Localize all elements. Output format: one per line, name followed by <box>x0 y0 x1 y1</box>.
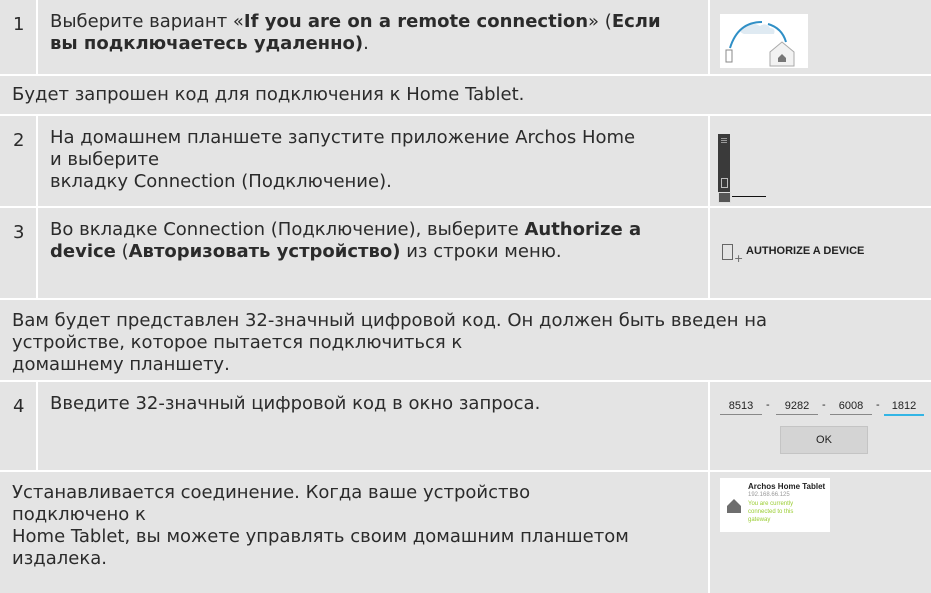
connected-image-cell: Archos Home Tablet 192.168.66.125 You ar… <box>710 472 931 593</box>
step-number: 3 <box>13 222 25 243</box>
code-entry-illustration: 8513 - 9282 - 6008 - 1812 OK <box>720 398 925 458</box>
note-connected-row: Устанавливается соединение. Когда ваше у… <box>0 472 931 593</box>
step-text-part: из строки меню. <box>400 241 562 262</box>
step-image-cell <box>710 0 931 74</box>
button-name-en: Authorize a <box>524 219 642 240</box>
note-code-shown: Вам будет представлен 32-значный цифрово… <box>0 300 931 380</box>
note-text-cell: Устанавливается соединение. Когда ваше у… <box>0 472 708 593</box>
pointer-line <box>732 196 766 197</box>
note-text-line: устройстве, которое пытается подключитьс… <box>12 332 463 353</box>
code-field-3: 6008 <box>830 398 872 415</box>
step-text-line: На домашнем планшете запустите приложени… <box>50 127 636 148</box>
authorize-label: AUTHORIZE A DEVICE <box>746 245 865 257</box>
step-1-row: 1 Выберите вариант «If you are on a remo… <box>0 0 931 74</box>
step-number-cell: 3 <box>0 208 36 298</box>
step-number: 2 <box>13 130 25 151</box>
button-name-en-cont: device <box>50 241 116 262</box>
note-text: Вам будет представлен 32-значный цифрово… <box>12 310 767 376</box>
step-image-cell: + AUTHORIZE A DEVICE <box>710 208 931 298</box>
option-name-ru: Если <box>611 11 661 32</box>
note-text: Устанавливается соединение. Когда ваше у… <box>12 482 629 570</box>
device-name: Archos Home Tablet <box>748 482 826 491</box>
step-text-cell: На домашнем планшете запустите приложени… <box>38 116 708 206</box>
remote-connection-icon <box>725 21 795 67</box>
step-text-line: и выберите <box>50 149 160 170</box>
note-text-line: Вам будет представлен 32-значный цифрово… <box>12 310 767 331</box>
step-4-row: 4 Введите 32-значный цифровой код в окно… <box>0 382 931 470</box>
code-field-2: 9282 <box>776 398 818 415</box>
option-name-ru-cont: вы подключаетесь удаленно) <box>50 33 364 54</box>
device-ip: 192.168.66.125 <box>748 492 790 498</box>
note-text-line: домашнему планшету. <box>12 354 230 375</box>
connection-tab-icon <box>718 192 731 203</box>
app-sidebar-illustration <box>718 134 731 203</box>
step-text-part: Выберите вариант « <box>50 11 244 32</box>
note-text-line: Home Tablet, вы можете управлять своим д… <box>12 526 629 547</box>
step-text-cell: Во вкладке Connection (Подключение), выб… <box>38 208 708 298</box>
code-field-1: 8513 <box>720 398 762 415</box>
status-line: gateway <box>748 517 771 523</box>
code-field-4: 1812 <box>884 398 924 416</box>
step-image-cell: 8513 - 9282 - 6008 - 1812 OK <box>710 382 931 470</box>
step-text: Выберите вариант «If you are on a remote… <box>50 11 661 55</box>
note-text: Будет запрошен код для подключения к Hom… <box>12 84 525 105</box>
status-line: You are currently <box>748 501 794 507</box>
option-name-en: If you are on a remote connection <box>243 11 589 32</box>
note-text-line: Устанавливается соединение. Когда ваше у… <box>12 482 531 503</box>
step-number-cell: 1 <box>0 0 36 74</box>
step-text-part: Во вкладке Connection (Подключение), выб… <box>50 219 525 240</box>
device-add-icon <box>722 244 733 260</box>
code-separator: - <box>766 399 770 411</box>
step-number: 1 <box>13 14 25 35</box>
button-name-ru: Авторизовать устройство) <box>128 241 401 262</box>
step-text-line: вкладку Connection (Подключение). <box>50 171 392 192</box>
menu-icon <box>721 138 727 139</box>
code-separator: - <box>822 399 826 411</box>
step-text-cell: Выберите вариант «If you are on a remote… <box>38 0 708 74</box>
note-text-line: подключено к <box>12 504 146 525</box>
phone-icon <box>721 178 728 188</box>
step-3-row: 3 Во вкладке Connection (Подключение), в… <box>0 208 931 298</box>
step-number-cell: 4 <box>0 382 36 470</box>
home-icon <box>727 499 741 513</box>
step-text-part: ( <box>115 241 129 262</box>
step-text-part: . <box>363 33 369 54</box>
step-text: На домашнем планшете запустите приложени… <box>50 127 635 193</box>
ok-button: OK <box>780 426 868 454</box>
connected-gateway-card: Archos Home Tablet 192.168.66.125 You ar… <box>720 478 830 532</box>
step-text-part: » ( <box>588 11 612 32</box>
step-number-cell: 2 <box>0 116 36 206</box>
authorize-device-illustration: + AUTHORIZE A DEVICE <box>722 242 922 266</box>
step-text: Во вкладке Connection (Подключение), выб… <box>50 219 641 263</box>
step-number: 4 <box>13 396 25 417</box>
status-line: connected to this <box>748 509 794 515</box>
step-2-row: 2 На домашнем планшете запустите приложе… <box>0 116 931 206</box>
step-image-cell <box>710 116 931 206</box>
code-separator: - <box>876 399 880 411</box>
step-text-cell: Введите 32-значный цифровой код в окно з… <box>38 382 708 470</box>
note-code-request: Будет запрошен код для подключения к Hom… <box>0 76 931 114</box>
remote-connection-illustration <box>720 14 808 68</box>
connection-status: You are currently connected to this gate… <box>748 500 793 524</box>
step-text: Введите 32-значный цифровой код в окно з… <box>50 393 541 414</box>
note-text-line: издалека. <box>12 548 107 569</box>
plus-icon: + <box>734 252 744 265</box>
